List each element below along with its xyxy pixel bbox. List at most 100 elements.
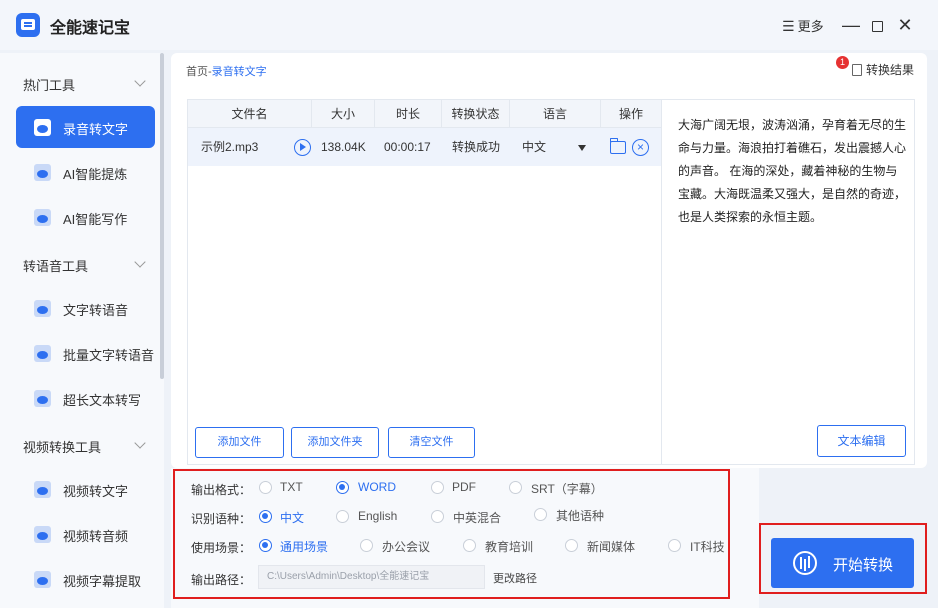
- sidebar-item-label: 视频转音频: [63, 529, 129, 544]
- sidebar-item-label: 录音转文字: [63, 122, 129, 137]
- format-option-srt[interactable]: SRT（字幕）: [531, 480, 603, 497]
- title-bar: 全能速记宝 ☰ 更多 — ✕: [0, 0, 938, 50]
- file-size: 138.04K: [321, 140, 366, 154]
- sidebar-item-label: 批量文字转语音: [63, 348, 155, 363]
- language-option-mixed[interactable]: 中英混合: [453, 509, 501, 526]
- app-logo-icon: [16, 13, 40, 37]
- app-title: 全能速记宝: [50, 20, 131, 37]
- language-select[interactable]: 中文: [522, 128, 546, 166]
- output-path-field[interactable]: C:\Users\Admin\Desktop\全能速记宝: [258, 565, 485, 589]
- scene-option-it[interactable]: IT科技: [690, 538, 725, 555]
- sidebar-item-video-to-audio[interactable]: 视频转音频: [16, 513, 155, 555]
- scene-option-news[interactable]: 新闻媒体: [587, 538, 635, 555]
- start-conversion-label: 开始转换: [833, 557, 894, 574]
- table-header: 文件名 大小 时长 转换状态 语言 操作: [188, 100, 661, 128]
- text-to-speech-icon: [34, 300, 51, 317]
- recognition-language-label: 识别语种：: [191, 512, 252, 526]
- column-header: 操作: [618, 107, 643, 121]
- format-option-word[interactable]: WORD: [358, 480, 396, 494]
- output-format-label: 输出格式：: [191, 483, 252, 497]
- language-option-other[interactable]: 其他语种: [556, 507, 604, 524]
- result-label: 转换结果: [866, 63, 915, 77]
- sidebar-item-label: 文字转语音: [63, 303, 129, 318]
- long-text-icon: [34, 390, 51, 407]
- sidebar-item-video-to-text[interactable]: 视频转文字: [16, 468, 155, 510]
- sidebar-item-subtitle-extract[interactable]: 视频字幕提取: [16, 558, 155, 600]
- breadcrumb: 首页-录音转文字: [186, 63, 267, 79]
- change-path-button[interactable]: 更改路径: [493, 570, 537, 586]
- minimize-button[interactable]: —: [838, 10, 864, 40]
- format-radio-pdf[interactable]: [431, 481, 444, 494]
- sidebar-scrollbar[interactable]: [160, 53, 164, 379]
- scene-radio-general[interactable]: [259, 539, 272, 552]
- format-radio-srt[interactable]: [509, 481, 522, 494]
- scene-option-education[interactable]: 教育培训: [485, 538, 533, 555]
- maximize-button[interactable]: [864, 10, 890, 40]
- ai-extract-icon: [34, 164, 51, 181]
- language-radio-mixed[interactable]: [431, 510, 444, 523]
- sidebar-group-video[interactable]: 视频转换工具: [23, 437, 101, 456]
- file-name: 示例2.mp3: [201, 140, 259, 154]
- more-menu-button[interactable]: ☰ 更多: [782, 16, 824, 35]
- add-folder-button[interactable]: 添加文件夹: [291, 427, 379, 458]
- play-icon[interactable]: [294, 139, 311, 156]
- scene-option-meeting[interactable]: 办公会议: [382, 538, 430, 555]
- sidebar-item-long-text[interactable]: 超长文本转写: [16, 377, 155, 419]
- chevron-down-icon[interactable]: [135, 439, 145, 449]
- scene-radio-meeting[interactable]: [360, 539, 373, 552]
- language-option-english[interactable]: English: [358, 509, 397, 523]
- sidebar-item-label: AI智能提炼: [63, 167, 128, 182]
- table-row[interactable]: 示例2.mp3 138.04K 00:00:17 转换成功 中文 ×: [188, 128, 661, 166]
- ai-writing-icon: [34, 209, 51, 226]
- language-radio-english[interactable]: [336, 510, 349, 523]
- breadcrumb-current: 录音转文字: [211, 66, 267, 78]
- column-header: 大小: [312, 100, 375, 128]
- column-header: 转换状态: [442, 100, 510, 128]
- sidebar-item-ai-writing[interactable]: AI智能写作: [16, 196, 155, 238]
- audio-wave-icon: [793, 551, 817, 575]
- sidebar-item-label: 视频转文字: [63, 484, 129, 499]
- language-option-chinese[interactable]: 中文: [280, 509, 304, 526]
- notification-badge: 1: [836, 56, 849, 69]
- transcript-text: 大海广阔无垠，波涛汹涌，孕育着无尽的生命与力量。海浪拍打着礁石，发出震撼人心的声…: [678, 118, 907, 224]
- document-icon: [852, 64, 862, 76]
- scene-radio-education[interactable]: [463, 539, 476, 552]
- breadcrumb-home[interactable]: 首页: [186, 66, 208, 78]
- close-button[interactable]: ✕: [892, 10, 918, 40]
- chevron-down-icon[interactable]: [135, 258, 145, 268]
- scene-option-general[interactable]: 通用场景: [280, 538, 328, 555]
- main-panel: 首页-录音转文字 转换结果 1 文件名 大小 时长 转换状态 语言 操作 示例2…: [171, 53, 927, 468]
- sidebar-group-hot[interactable]: 热门工具: [23, 75, 75, 94]
- column-header: 语言: [510, 100, 601, 128]
- format-radio-word[interactable]: [336, 481, 349, 494]
- chevron-down-icon[interactable]: [135, 77, 145, 87]
- language-radio-chinese[interactable]: [259, 510, 272, 523]
- sidebar-group-tts[interactable]: 转语音工具: [23, 256, 88, 275]
- video-audio-icon: [34, 526, 51, 543]
- sidebar-item-audio-to-text[interactable]: 录音转文字: [16, 106, 155, 148]
- sidebar-item-text-to-speech[interactable]: 文字转语音: [16, 287, 155, 329]
- format-option-pdf[interactable]: PDF: [452, 480, 476, 494]
- delete-icon[interactable]: ×: [632, 139, 649, 156]
- column-header: 文件名: [188, 100, 312, 128]
- folder-icon[interactable]: [610, 138, 626, 154]
- sidebar-item-label: 视频字幕提取: [63, 574, 142, 589]
- sidebar-item-ai-extract[interactable]: AI智能提炼: [16, 151, 155, 193]
- subtitle-icon: [34, 571, 51, 588]
- format-option-txt[interactable]: TXT: [280, 480, 303, 494]
- clear-files-button[interactable]: 清空文件: [388, 427, 475, 458]
- scene-radio-news[interactable]: [565, 539, 578, 552]
- add-file-button[interactable]: 添加文件: [195, 427, 284, 458]
- audio-text-icon: [34, 119, 51, 136]
- text-edit-button[interactable]: 文本编辑: [817, 425, 906, 457]
- format-radio-txt[interactable]: [259, 481, 272, 494]
- batch-tts-icon: [34, 345, 51, 362]
- dropdown-arrow-icon[interactable]: [578, 145, 586, 151]
- language-radio-other[interactable]: [534, 508, 547, 521]
- scene-radio-it[interactable]: [668, 539, 681, 552]
- more-label: 更多: [797, 19, 824, 34]
- sidebar-item-label: AI智能写作: [63, 212, 128, 227]
- sidebar-item-batch-tts[interactable]: 批量文字转语音: [16, 332, 155, 374]
- sidebar-item-label: 超长文本转写: [63, 393, 142, 408]
- start-conversion-button[interactable]: 开始转换: [771, 538, 914, 588]
